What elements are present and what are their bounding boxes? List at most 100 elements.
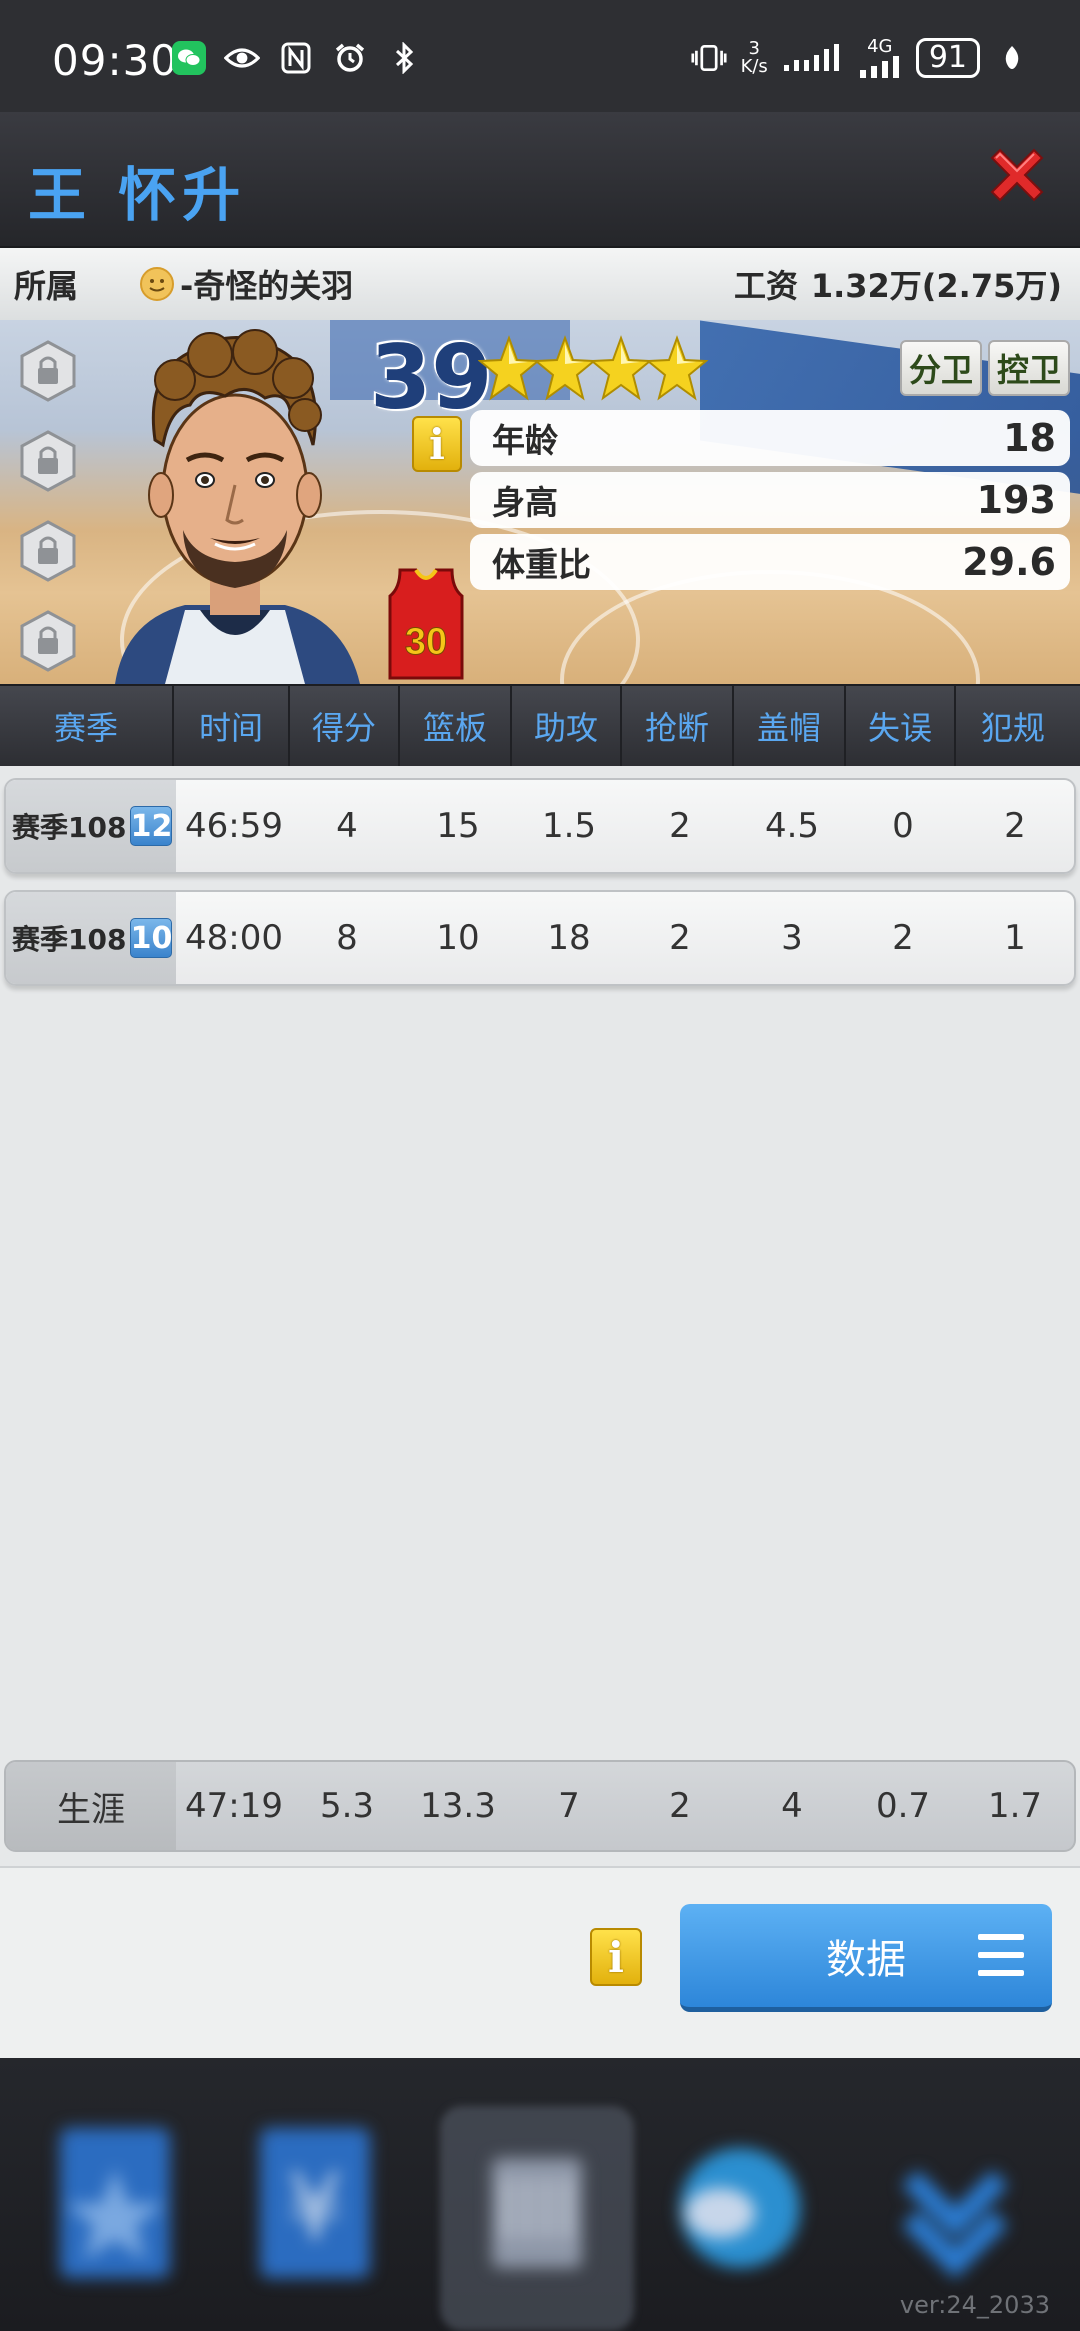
leaf-icon [994, 40, 1030, 76]
position-tags: 分卫 控卫 [900, 340, 1070, 396]
table-cell: 1 [1004, 918, 1026, 958]
stats-info-button[interactable]: i [590, 1928, 642, 1986]
star-icon [478, 335, 540, 401]
table-row[interactable]: 赛季108 12 46:59 4 15 1.5 2 4.5 0 2 [4, 778, 1076, 874]
signal-bars-icon [859, 56, 899, 78]
player-detail-panel: 所属 -奇怪的关羽 工资 1.32万(2.75万) 30 39 分卫 控卫 i … [0, 248, 1080, 2058]
career-cell: 2 [669, 1786, 691, 1826]
globe-chat-tab-icon [680, 2148, 800, 2268]
table-cell: 8 [336, 918, 358, 958]
battery-indicator: 91 [915, 38, 980, 78]
career-cell: 5.3 [319, 1786, 375, 1826]
attr-height: 身高 193 [470, 472, 1070, 528]
club-wage-bar: 所属 -奇怪的关羽 工资 1.32万(2.75万) [0, 248, 1080, 320]
career-row: 生涯 47:19 5.3 13.3 7 2 4 0.7 1.7 [4, 1760, 1076, 1852]
career-cell: 1.7 [987, 1786, 1043, 1826]
col-header-rebounds[interactable]: 篮板 [400, 686, 512, 766]
club-link[interactable]: -奇怪的关羽 [140, 261, 353, 307]
team-tab-icon [492, 2158, 582, 2268]
table-cell: 10 [436, 918, 480, 958]
col-header-minutes[interactable]: 时间 [174, 686, 290, 766]
lock-icon[interactable] [18, 610, 78, 672]
vibrate-icon [691, 40, 727, 76]
attr-age: 年龄 18 [470, 410, 1070, 466]
season-label: 赛季108 [12, 923, 127, 956]
wage-value: 1.32万(2.75万) [810, 267, 1062, 305]
bluetooth-icon [386, 40, 422, 76]
table-cell: 2 [669, 806, 691, 846]
table-cell: 1.5 [541, 806, 597, 846]
player-avatar [115, 329, 360, 684]
tab-more[interactable] [880, 2118, 1030, 2318]
attr-value: 29.6 [962, 540, 1056, 584]
table-cell: 48:00 [185, 918, 283, 958]
wage-label: 工资 [734, 267, 799, 305]
close-button[interactable] [984, 142, 1050, 208]
lock-icon[interactable] [18, 520, 78, 582]
data-button[interactable]: 数据 [680, 1904, 1052, 2012]
tab-team[interactable] [462, 2118, 612, 2318]
player-info-button[interactable]: i [412, 416, 462, 472]
cellular-4g: 4G [858, 38, 902, 78]
menu-icon [978, 1934, 1024, 1978]
career-cell: 4 [781, 1786, 803, 1826]
lock-icon[interactable] [18, 340, 78, 402]
position-tag[interactable]: 控卫 [988, 340, 1070, 396]
col-header-assists[interactable]: 助攻 [512, 686, 622, 766]
season-cell: 赛季108 12 [6, 780, 176, 872]
table-cell: 4 [336, 806, 358, 846]
stats-table-header: 赛季 时间 得分 篮板 助攻 抢断 盖帽 失误 犯规 [0, 684, 1080, 766]
col-header-steals[interactable]: 抢断 [622, 686, 734, 766]
season-cell: 赛季108 10 [6, 892, 176, 984]
table-cell: 2 [669, 918, 691, 958]
career-label: 生涯 [6, 1762, 176, 1850]
attr-weight-ratio: 体重比 29.6 [470, 534, 1070, 590]
lock-icon[interactable] [18, 430, 78, 492]
signal-icon [782, 40, 844, 76]
star-icon [646, 335, 708, 401]
status-time: 09:30 [52, 36, 179, 85]
col-header-blocks[interactable]: 盖帽 [734, 686, 846, 766]
table-cell: 2 [892, 918, 914, 958]
career-cell: 13.3 [420, 1786, 496, 1826]
table-row[interactable]: 赛季108 10 48:00 8 10 18 2 3 2 1 [4, 890, 1076, 986]
career-cell: 0.7 [875, 1786, 931, 1826]
chevron-down-icon [902, 2170, 1008, 2279]
col-header-fouls[interactable]: 犯规 [956, 686, 1070, 766]
season-badge: 12 [130, 806, 173, 846]
eye-icon [224, 40, 260, 76]
table-cell: 4.5 [764, 806, 820, 846]
jersey-number: 30 [405, 621, 447, 663]
position-tag[interactable]: 分卫 [900, 340, 982, 396]
col-header-turnovers[interactable]: 失误 [846, 686, 956, 766]
data-button-label: 数据 [826, 1936, 906, 1983]
table-cell: 3 [781, 918, 803, 958]
career-cell: 7 [558, 1786, 580, 1826]
table-cell: 2 [1004, 806, 1026, 846]
club-name: -奇怪的关羽 [180, 267, 354, 305]
version-label: ver:24_2033 [899, 2291, 1050, 2319]
col-header-points[interactable]: 得分 [290, 686, 400, 766]
status-icons-right: 3 K/s 4G 91 [691, 38, 1030, 78]
attr-label: 年龄 [492, 421, 558, 460]
tab-finance[interactable]: ¥ [240, 2118, 390, 2318]
tab-star[interactable] [40, 2118, 190, 2318]
title-bar: 王 怀升 [0, 112, 1080, 248]
smiley-icon [140, 267, 174, 301]
network-label: 4G [867, 36, 893, 57]
tab-chat[interactable] [660, 2118, 810, 2318]
col-header-season[interactable]: 赛季 [0, 686, 174, 766]
star-icon [590, 335, 652, 401]
attr-label: 体重比 [492, 545, 591, 584]
table-cell: 15 [436, 806, 480, 846]
nfc-icon [278, 40, 314, 76]
season-badge: 10 [130, 918, 173, 958]
season-label: 赛季108 [12, 811, 127, 844]
player-name-title: 王 怀升 [28, 161, 247, 229]
table-cell: 46:59 [185, 806, 283, 846]
star-rating [478, 334, 708, 406]
alarm-icon [332, 40, 368, 76]
status-bar: 09:30 3 K/s 4G 91 [0, 0, 1080, 112]
table-cell: 18 [547, 918, 591, 958]
action-bar: i 数据 [0, 1866, 1080, 2058]
